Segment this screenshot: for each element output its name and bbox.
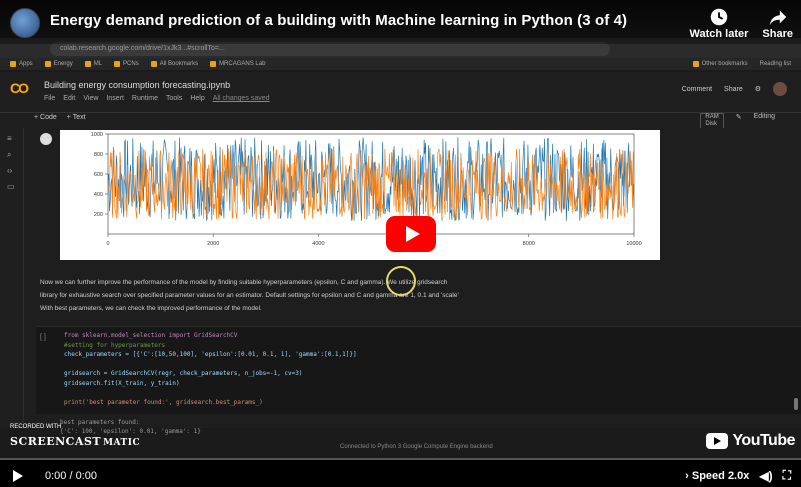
notebook-name: Building energy consumption forecasting.… (44, 80, 231, 90)
folder-icon (692, 61, 699, 67)
volume-icon[interactable]: ◀) (759, 469, 772, 483)
menu-insert: Insert (106, 95, 124, 102)
menu-runtime: Runtime (131, 95, 158, 102)
y-tick-label: 1000 (91, 132, 103, 138)
channel-avatar[interactable] (10, 8, 40, 38)
pencil-icon: ✎ (735, 114, 742, 121)
time-display: 0:00 / 0:00 (45, 470, 97, 482)
save-status: All changes saved (212, 95, 270, 102)
url-bar: colab.research.google.com/drive/1xJk3...… (50, 42, 610, 56)
clock-icon (710, 8, 728, 26)
bookmark: Energy (44, 60, 73, 68)
video-title[interactable]: Energy demand prediction of a building w… (50, 12, 627, 29)
share-arrow-icon (769, 10, 786, 26)
x-tick-label: 0 (106, 241, 109, 247)
y-tick-label: 600 (94, 172, 103, 178)
resource-monitor: RAM Disk (700, 113, 724, 129)
search-icon: ⌕ (7, 150, 12, 159)
screencast-watermark: RECORDED WITH SCREENCAST MATIC (10, 424, 141, 448)
folder-icon (210, 61, 217, 67)
share-button: Share (724, 85, 743, 93)
player-right-controls: › Speed 2.0x ◀) ⛶ (685, 468, 791, 483)
big-play-button[interactable] (386, 216, 436, 252)
play-icon (13, 470, 23, 482)
toolbar-right: RAM Disk ✎ Editing (700, 113, 775, 129)
bookmarks-bar: Apps Energy ML PCNs All Bookmarks MRCAGA… (0, 58, 801, 70)
editing-mode: Editing (753, 113, 775, 120)
bookmark: ML (84, 60, 102, 68)
youtube-play-icon (706, 433, 729, 449)
status-bar: Connected to Python 3 Google Compute Eng… (340, 444, 493, 450)
bookmark: All Bookmarks (150, 60, 198, 68)
x-tick-label: 2000 (207, 241, 219, 247)
fullscreen-icon[interactable]: ⛶ (783, 468, 791, 483)
folder-icon (114, 61, 121, 67)
x-tick-label: 10000 (626, 241, 641, 247)
add-text-button: + Text (66, 114, 86, 121)
folder-icon (150, 61, 157, 67)
colab-menu: File Edit View Insert Runtime Tools Help… (44, 95, 270, 102)
menu-edit: Edit (63, 95, 76, 102)
folder-icon (10, 61, 16, 67)
cell-bracket: [ ] (40, 334, 46, 341)
line-chart: 02000400060008000100002004006008001000 (91, 132, 642, 247)
files-icon: ▭ (7, 182, 15, 191)
menu-view: View (83, 95, 99, 102)
video-player[interactable]: colab.research.google.com/drive/1xJk3...… (0, 0, 801, 487)
play-button[interactable] (12, 469, 24, 487)
colab-toolbar (0, 112, 801, 128)
add-code-button: + Code (34, 114, 57, 121)
y-tick-label: 800 (94, 152, 103, 158)
bookmark: PCNs (114, 60, 139, 68)
run-cell-icon (40, 133, 52, 145)
chart-output: 02000400060008000100002004006008001000 (60, 130, 660, 260)
text-cell: Now we can further improve the performan… (40, 276, 660, 315)
scrollbar (794, 398, 798, 410)
code-editor: from sklearn.model_selection import Grid… (64, 332, 357, 406)
player-controls (0, 460, 801, 487)
menu-tools: Tools (165, 95, 183, 102)
toolbar-left: + Code + Text (34, 114, 86, 121)
bookmark: Other bookmarks (692, 60, 748, 68)
bookmark: Reading list (759, 61, 791, 67)
x-tick-label: 4000 (312, 241, 324, 247)
y-tick-label: 400 (94, 192, 103, 198)
folder-icon (84, 61, 91, 67)
menu-help: Help (190, 95, 205, 102)
left-rail: ≡ ⌕ ‹› ▭ (0, 128, 24, 428)
folder-icon (44, 61, 51, 67)
bookmark: Apps (10, 60, 33, 68)
youtube-logo[interactable]: YouTube (706, 432, 795, 450)
series-blue-line (107, 137, 635, 222)
watch-later-button[interactable]: Watch later (690, 6, 748, 40)
speed-control[interactable]: › Speed 2.0x (685, 470, 749, 482)
comment-button: Comment (681, 85, 713, 93)
text-line: With best parameters, we can check the i… (40, 305, 262, 312)
code-icon: ‹› (7, 166, 13, 175)
text-line: Now we can further improve the performan… (40, 279, 448, 286)
y-tick-label: 200 (94, 212, 103, 218)
text-line: library for exhaustive search over speci… (40, 292, 459, 299)
menu-file: File (44, 95, 56, 102)
cursor-highlight (386, 266, 416, 296)
share-video-button[interactable]: Share (762, 6, 793, 40)
toc-icon: ≡ (7, 134, 12, 143)
x-tick-label: 8000 (523, 241, 535, 247)
settings-icon: ⚙ (754, 86, 761, 93)
video-top-actions: Watch later Share (690, 6, 793, 40)
bookmark: MRCAGANS Lab (210, 60, 265, 68)
colab-logo: CO (10, 80, 29, 96)
avatar (773, 82, 787, 96)
colab-actions: Comment Share ⚙ (682, 82, 787, 96)
